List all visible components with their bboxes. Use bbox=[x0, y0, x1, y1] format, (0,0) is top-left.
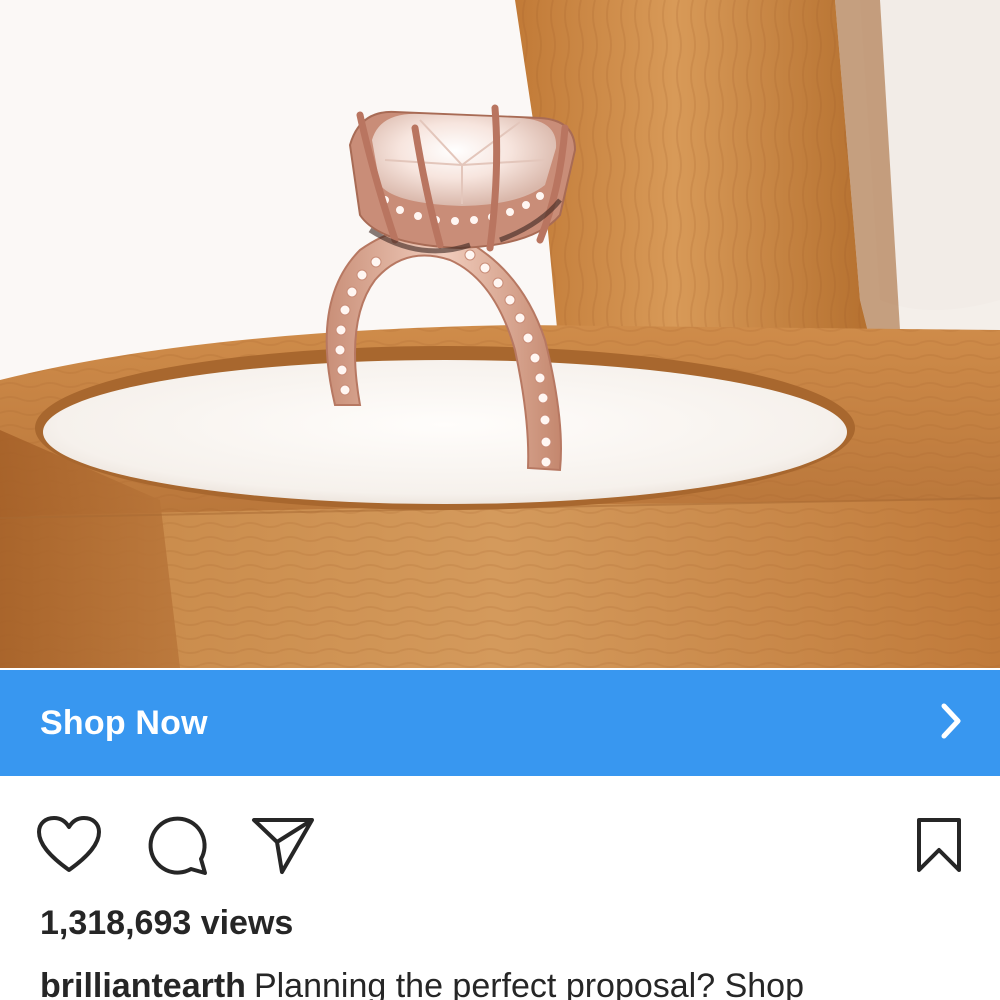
caption-text: Planning the perfect proposal? Shop bbox=[253, 967, 804, 1000]
ring-photo bbox=[0, 0, 1000, 668]
chevron-right-icon bbox=[938, 701, 966, 746]
post-caption: brilliantearth Planning the perfect propo… bbox=[40, 966, 804, 1000]
shop-now-button[interactable]: Shop Now bbox=[0, 670, 1000, 776]
shop-now-label: Shop Now bbox=[40, 703, 208, 742]
post-actions bbox=[0, 800, 1000, 890]
heart-icon[interactable] bbox=[34, 810, 104, 880]
comment-icon[interactable] bbox=[142, 810, 212, 880]
view-count: 1,318,693 views bbox=[40, 904, 294, 942]
caption-username[interactable]: brilliantearth bbox=[40, 967, 246, 1000]
post-media[interactable] bbox=[0, 0, 1000, 668]
post-view: Shop Now 1,318,693 views brilliantearth … bbox=[0, 0, 1000, 1000]
bookmark-icon[interactable] bbox=[904, 810, 974, 880]
paper-plane-icon[interactable] bbox=[248, 810, 318, 880]
